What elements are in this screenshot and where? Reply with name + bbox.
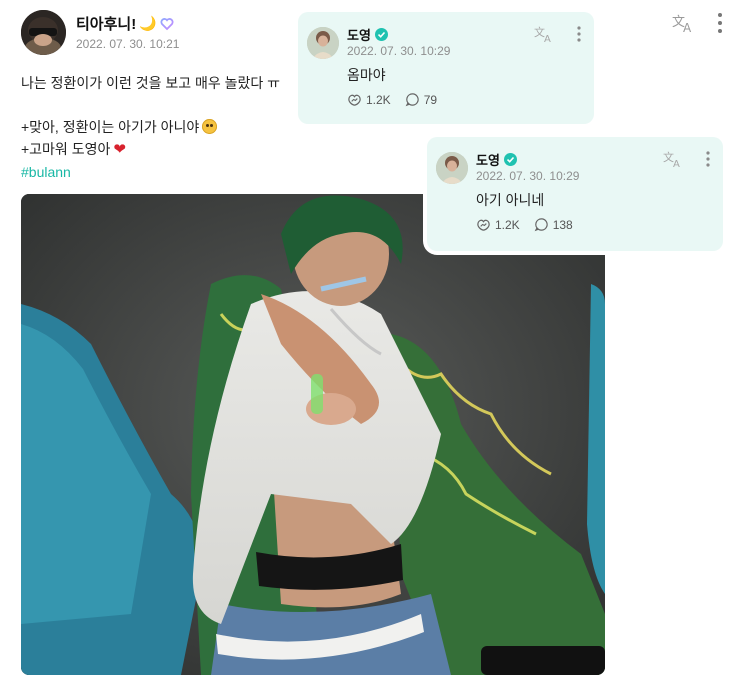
reply-author-name-text: 도영 — [347, 28, 371, 43]
hashtag-link[interactable]: #bulann — [21, 164, 71, 180]
translate-icon[interactable]: 文 A — [663, 150, 685, 171]
reply-author-avatar[interactable] — [307, 27, 339, 59]
reply-text: 아기 아니네 — [476, 192, 545, 208]
like-count: 1.2K — [366, 92, 391, 107]
more-options-icon[interactable] — [705, 150, 711, 168]
like-icon — [348, 94, 361, 106]
post-text-line-2: +맞아, 정환이는 아기가 아니야 — [21, 116, 280, 138]
reply-stats: 1.2K 79 — [347, 92, 451, 107]
comment-icon — [405, 93, 419, 107]
post-text-line-1: 나는 정환이가 이런 것을 보고 매우 놀랐다 ㅠ — [21, 75, 281, 91]
reply-author-avatar[interactable] — [436, 152, 468, 184]
like-icon — [477, 219, 490, 231]
post-body: 나는 정환이가 이런 것을 보고 매우 놀랐다 ㅠ +맞아, 정환이는 아기가 … — [21, 72, 280, 183]
worried-face-emoji-icon — [202, 119, 218, 134]
post-text-line-3: +고마워 도영아 ❤ — [21, 138, 280, 161]
more-options-icon[interactable] — [714, 11, 726, 35]
reply-stats: 1.2K 138 — [476, 217, 587, 232]
post-photo[interactable] — [21, 194, 605, 675]
reply-author-name[interactable]: 도영 — [347, 25, 388, 44]
post-text-line-3-text: +고마워 도영아 — [21, 141, 111, 157]
moon-icon: 🌙 — [139, 15, 157, 31]
translate-icon[interactable]: 文 A — [672, 12, 696, 35]
red-heart-emoji-icon: ❤ — [113, 141, 126, 158]
svg-text:A: A — [544, 34, 551, 43]
comment-button[interactable]: 79 — [405, 92, 437, 107]
verified-badge-icon — [503, 153, 517, 166]
reply-date: 2022. 07. 30. 10:29 — [476, 169, 580, 183]
comment-count: 138 — [552, 217, 573, 232]
comment-icon — [534, 218, 548, 232]
translate-icon[interactable]: 文 A — [534, 25, 556, 46]
post-text-line-2-text: +맞아, 정환이는 아기가 아니야 — [21, 119, 200, 135]
reply-text: 옴마야 — [347, 67, 386, 83]
post-date: 2022. 07. 30. 10:21 — [76, 37, 180, 51]
comment-button[interactable]: 138 — [534, 217, 573, 232]
svg-text:A: A — [673, 159, 680, 168]
like-button[interactable]: 1.2K — [476, 217, 520, 232]
post-author-name[interactable]: 티아후니! 🌙 — [76, 13, 174, 34]
comment-count: 79 — [423, 92, 438, 107]
reply-card[interactable]: 도영 2022. 07. 30. 10:29 아기 아니네 文 A 1.2K 1… — [427, 137, 723, 251]
verified-badge-icon — [374, 28, 388, 41]
like-count: 1.2K — [495, 217, 520, 232]
reply-author-name[interactable]: 도영 — [476, 150, 517, 169]
reply-card[interactable]: 도영 2022. 07. 30. 10:29 옴마야 文 A 1.2K 79 — [298, 12, 594, 124]
more-options-icon[interactable] — [576, 25, 582, 43]
author-name-text: 티아후니! — [76, 16, 137, 33]
post-author-avatar[interactable] — [21, 10, 66, 55]
reply-date: 2022. 07. 30. 10:29 — [347, 44, 451, 58]
svg-text:A: A — [683, 21, 692, 34]
like-button[interactable]: 1.2K — [347, 92, 391, 107]
reply-author-name-text: 도영 — [476, 153, 500, 168]
heart-badge-icon — [160, 17, 174, 31]
